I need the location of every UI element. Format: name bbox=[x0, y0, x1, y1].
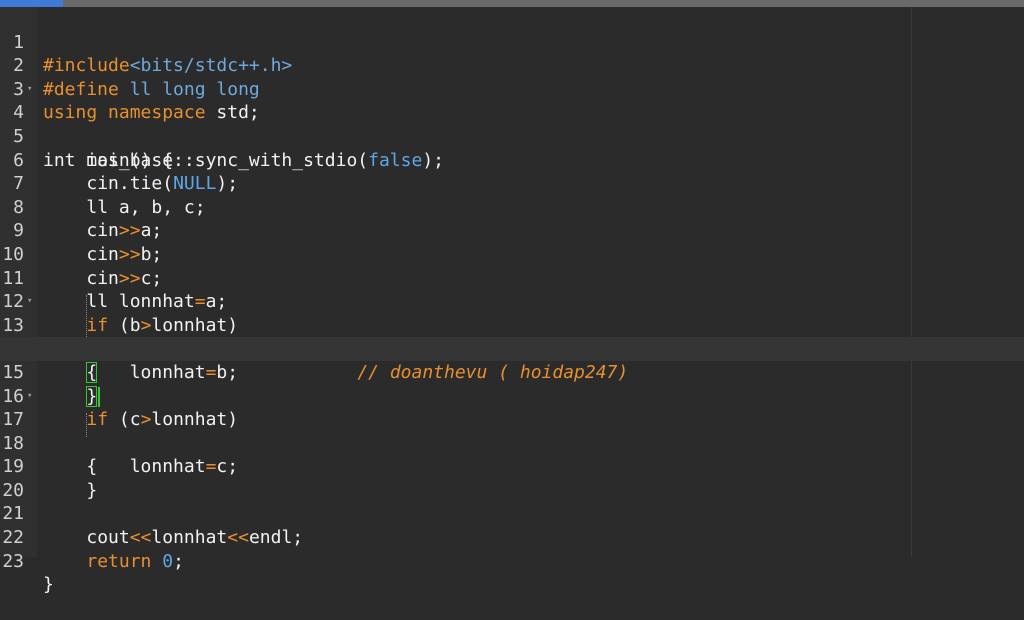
code-line[interactable]: 23 } bbox=[0, 526, 1024, 596]
code-editor[interactable]: 1 #include<bits/stdc++.h> 2 #define ll l… bbox=[0, 0, 1024, 596]
literal: 0 bbox=[162, 550, 174, 572]
fold-toggle-icon[interactable]: ▾ bbox=[27, 290, 32, 314]
code-line[interactable]: 4 ▾ int main() { bbox=[0, 78, 1024, 171]
code-line[interactable]: 22 return 0; bbox=[0, 502, 1024, 572]
code-line[interactable]: 2 #define ll long long bbox=[0, 31, 1024, 100]
keyword: return bbox=[86, 550, 152, 572]
fold-toggle-icon[interactable]: ▾ bbox=[27, 385, 32, 409]
code-line[interactable]: 1 #include<bits/stdc++.h> bbox=[0, 7, 1024, 77]
code-line[interactable]: 20 bbox=[0, 455, 1024, 501]
code-line[interactable]: 16 if (c>lonnhat) bbox=[0, 361, 1024, 431]
fold-toggle-icon[interactable]: ▾ bbox=[27, 78, 32, 102]
code-line[interactable]: 21 cout<<lonnhat<<endl; bbox=[0, 479, 1024, 548]
tab-bar bbox=[0, 0, 1024, 7]
code-text: } bbox=[43, 574, 54, 596]
code-line[interactable]: 19 } bbox=[0, 432, 1024, 501]
code-line[interactable]: 14 lonnhat=b; // doanthevu ( hoidap247) bbox=[0, 314, 1024, 383]
code-line[interactable]: 13 ▾ { bbox=[0, 290, 1024, 383]
code-line[interactable]: 5 ios_base::sync_with_stdio(false); bbox=[0, 101, 1024, 171]
line-number: 23 bbox=[2, 550, 24, 572]
code-line[interactable]: 17 ▾ { bbox=[0, 385, 1024, 478]
code-line[interactable]: 9 cin>>b; bbox=[0, 196, 1024, 265]
code-line[interactable]: 18 lonnhat=c; bbox=[0, 408, 1024, 478]
code-line[interactable]: 10 cin>>c; bbox=[0, 219, 1024, 289]
code-line[interactable]: 3 using namespace std; bbox=[0, 54, 1024, 124]
current-line[interactable]: 15 } bbox=[0, 337, 1024, 407]
code-line[interactable]: 6 cin.tie(NULL); bbox=[0, 125, 1024, 195]
code-line[interactable]: 8 cin>>a; bbox=[0, 172, 1024, 242]
code-line[interactable]: 11 ll lonnhat=a; bbox=[0, 243, 1024, 313]
code-line[interactable]: 7 ll a, b, c; bbox=[0, 149, 1024, 218]
code-line[interactable]: 12 if (b>lonnhat) bbox=[0, 267, 1024, 336]
active-tab-indicator[interactable] bbox=[0, 0, 63, 7]
code-text: ; bbox=[173, 550, 184, 572]
line-code[interactable]: } bbox=[43, 573, 54, 597]
code-lines[interactable]: 1 #include<bits/stdc++.h> 2 #define ll l… bbox=[0, 7, 1024, 596]
